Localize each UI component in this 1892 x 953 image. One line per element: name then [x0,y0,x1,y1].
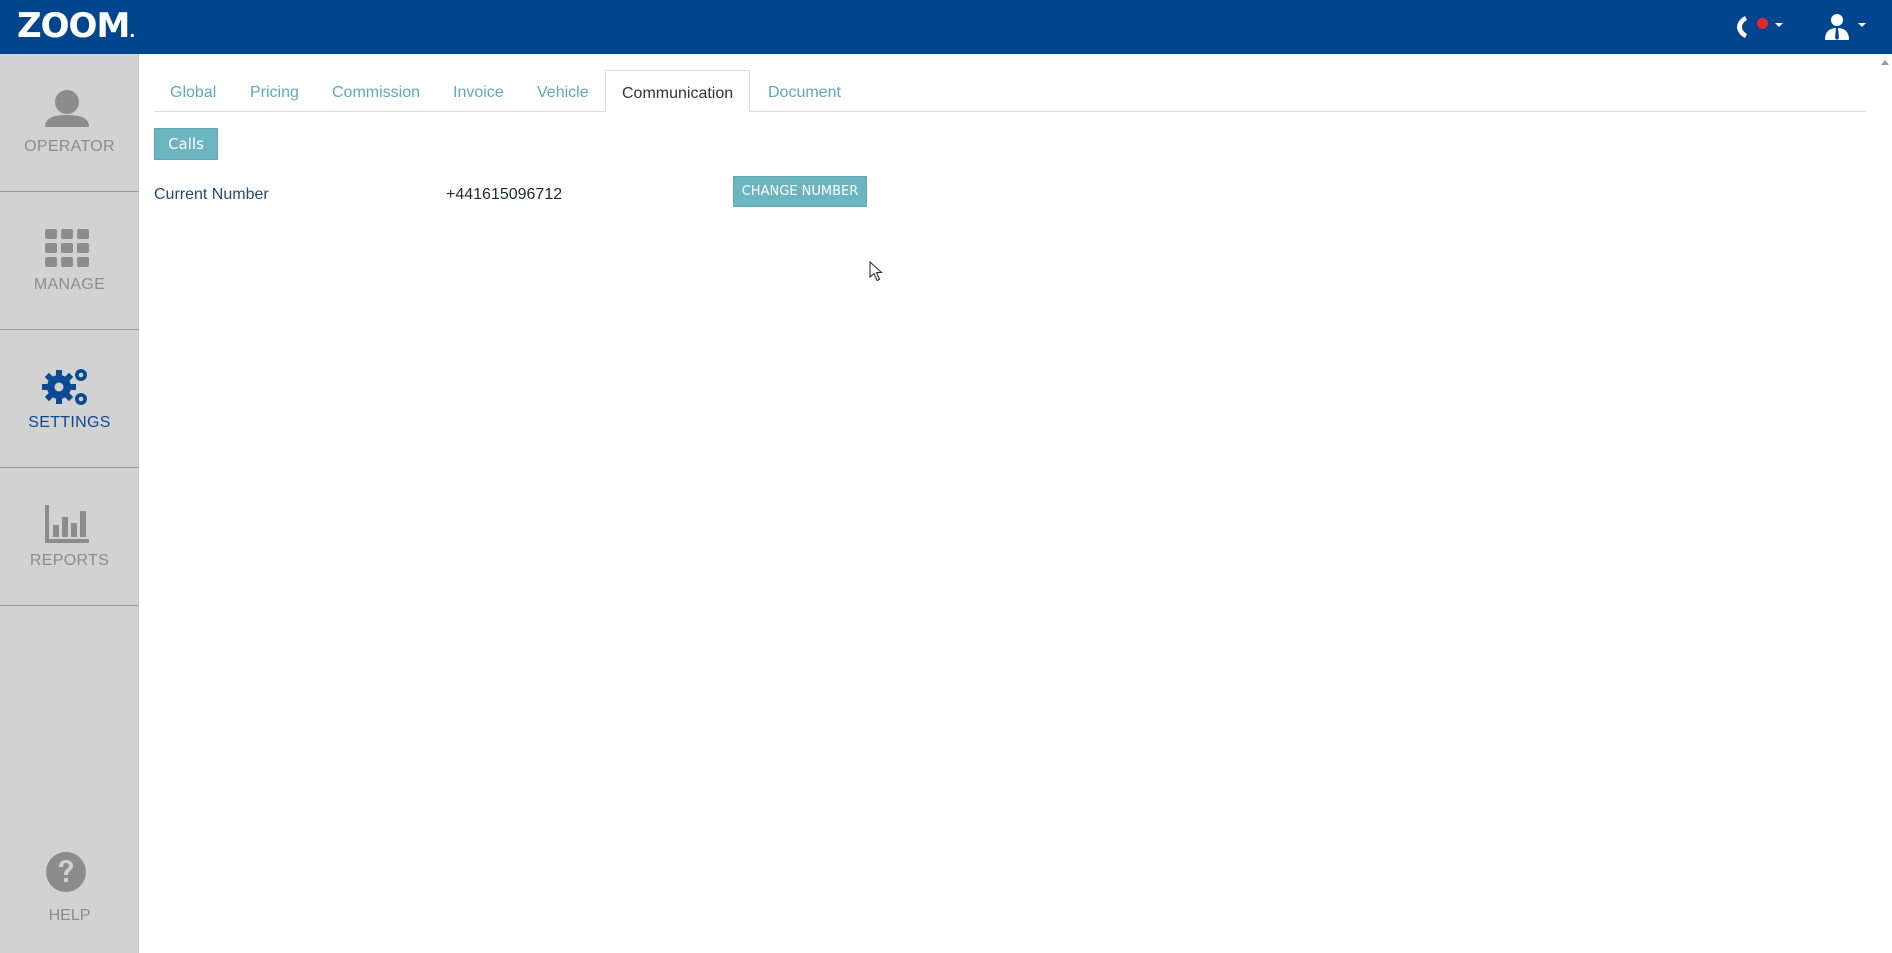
question-icon [46,852,86,892]
person-icon [45,90,89,127]
user-menu[interactable] [1822,12,1870,42]
phone-icon [1737,16,1747,38]
tab-pricing[interactable]: Pricing [234,70,315,112]
tab-vehicle[interactable]: Vehicle [521,70,605,112]
current-number-label: Current Number [154,186,269,203]
tab-global[interactable]: Global [154,70,232,112]
calls-button[interactable]: Calls [154,128,218,160]
sidebar-item-help[interactable]: HELP [0,851,139,951]
page-scrollbar[interactable] [1878,54,1892,953]
sidebar-item-label: REPORTS [29,552,110,569]
sidebar-item-label: HELP [48,907,91,924]
tab-invoice[interactable]: Invoice [437,70,520,112]
phone-status-dot [1757,18,1768,29]
sidebar-item-manage[interactable]: MANAGE [0,192,139,330]
tab-document[interactable]: Document [752,70,857,112]
mouse-cursor-icon [869,261,883,282]
zoom-logo[interactable]: ZOOM. [17,8,135,50]
gears-icon [42,369,87,405]
current-number-value: +441615096712 [446,186,563,203]
sidebar-item-label: SETTINGS [28,414,111,431]
sidebar: OPERATOR MANAGE SETTINGS REPORTS HELP [0,54,139,953]
change-number-button[interactable]: CHANGE NUMBER [733,176,867,207]
chevron-down-icon [1858,23,1866,27]
bar-chart-icon [45,505,89,543]
sidebar-item-reports[interactable]: REPORTS [0,468,139,606]
settings-tabs: Global Pricing Commission Invoice Vehicl… [154,70,1866,113]
phone-status-menu[interactable] [1732,12,1790,42]
tab-communication[interactable]: Communication [605,70,751,113]
sidebar-item-settings[interactable]: SETTINGS [0,330,139,468]
logo-mark: . [129,22,136,41]
logo-text: ZOOM [17,6,130,46]
sidebar-item-label: OPERATOR [24,138,115,155]
user-icon [1825,14,1849,40]
tab-commission[interactable]: Commission [316,70,436,112]
chevron-down-icon [1775,23,1783,27]
sidebar-item-operator[interactable]: OPERATOR [0,54,139,192]
grid-icon [45,229,89,267]
sidebar-item-label: MANAGE [33,276,106,293]
top-bar: ZOOM. [0,0,1892,54]
scroll-up-arrow-icon[interactable] [1881,60,1889,65]
